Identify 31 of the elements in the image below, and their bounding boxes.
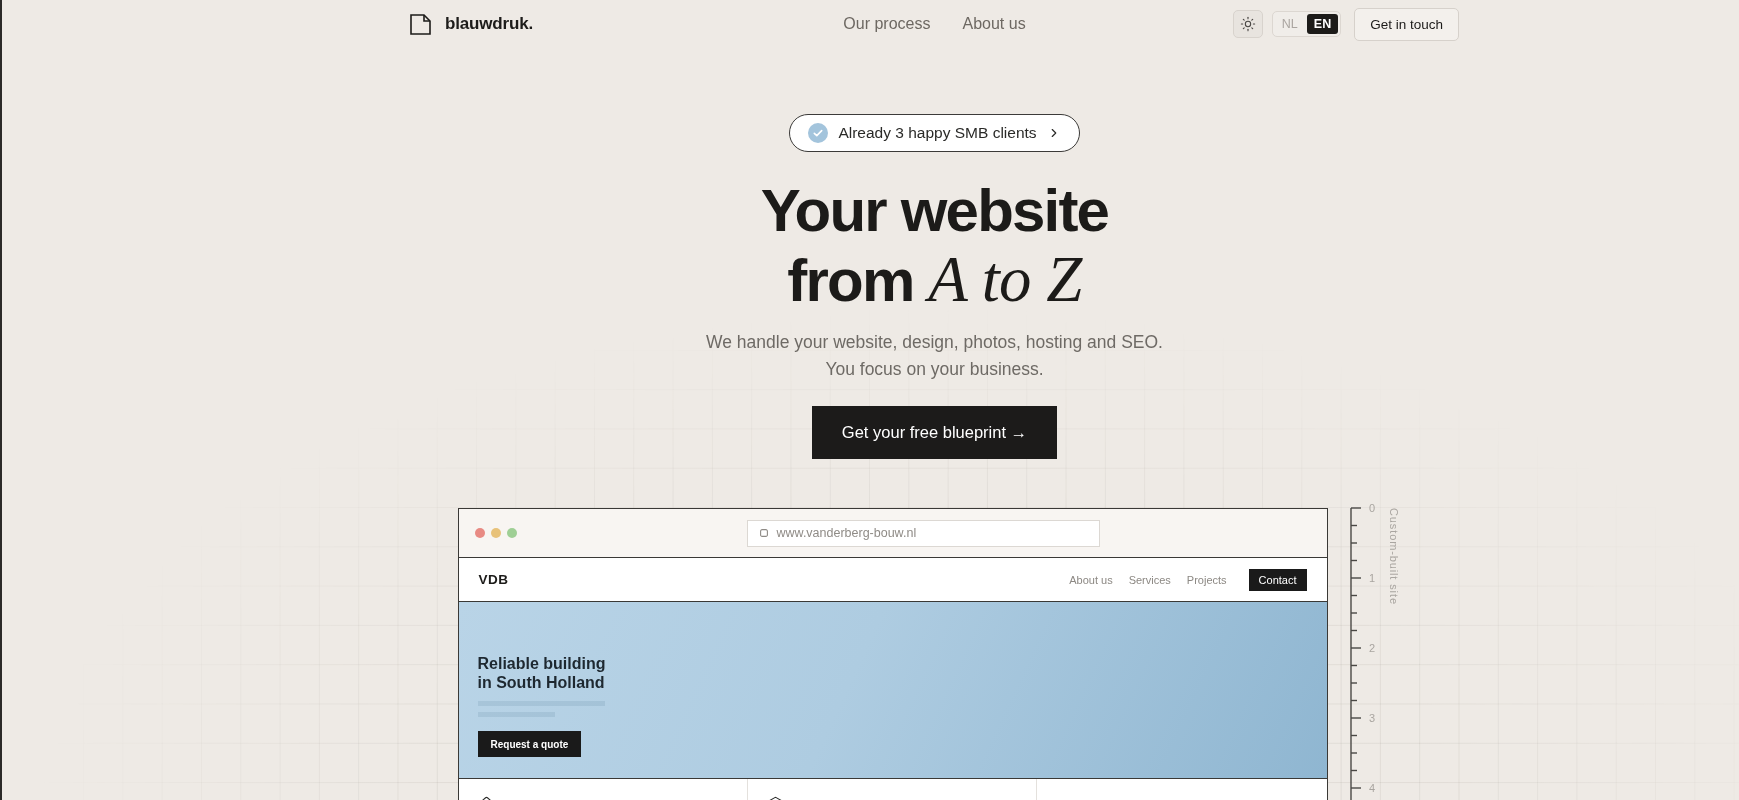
site-logo: VDB (478, 572, 509, 587)
ruler-label: 2 (1368, 642, 1375, 654)
ruler-label: 4 (1368, 782, 1375, 794)
window-control-icon (474, 528, 485, 538)
ruler-label: 0 (1368, 502, 1375, 514)
site-nav-link[interactable]: Projects (1186, 573, 1227, 586)
window-control-icon (490, 528, 501, 538)
theme-toggle-button[interactable] (1232, 10, 1263, 38)
nav-link[interactable]: About us (962, 15, 1026, 33)
site-nav-link[interactable]: Services (1128, 573, 1171, 586)
address-bar[interactable]: www.vanderberg-bouw.nl (746, 519, 1100, 547)
check-circle-icon (808, 123, 829, 143)
ruler-label: 3 (1368, 712, 1375, 724)
brand-name: blauwdruk. (445, 14, 534, 34)
site-contact-button[interactable]: Contact (1248, 568, 1307, 591)
ruler-label: 1 (1368, 572, 1375, 584)
document-icon (410, 13, 431, 35)
site-nav-link[interactable]: About us (1069, 573, 1113, 586)
hero-subtitle: We handle your website, design, photos, hosting and SEO. You focus on your business. (706, 331, 1163, 381)
square-icon (759, 529, 768, 537)
site-hero-title: Reliable building in South Holland (477, 654, 607, 692)
clients-badge-link[interactable]: Already 3 happy SMB clients (789, 114, 1080, 152)
get-in-touch-button[interactable]: Get in touch (1354, 7, 1459, 41)
ruler-caption: Custom-built site (1387, 508, 1400, 605)
quote-button[interactable]: Request a quote (477, 731, 582, 757)
hero-title: Your website from A to Z (760, 177, 1109, 315)
sun-icon (1239, 16, 1256, 32)
blueprint-button[interactable]: Get your free blueprint → (811, 406, 1058, 459)
nav-link[interactable]: Our process (843, 15, 931, 33)
window-control-icon (506, 528, 517, 538)
language-option[interactable]: EN (1306, 14, 1339, 34)
